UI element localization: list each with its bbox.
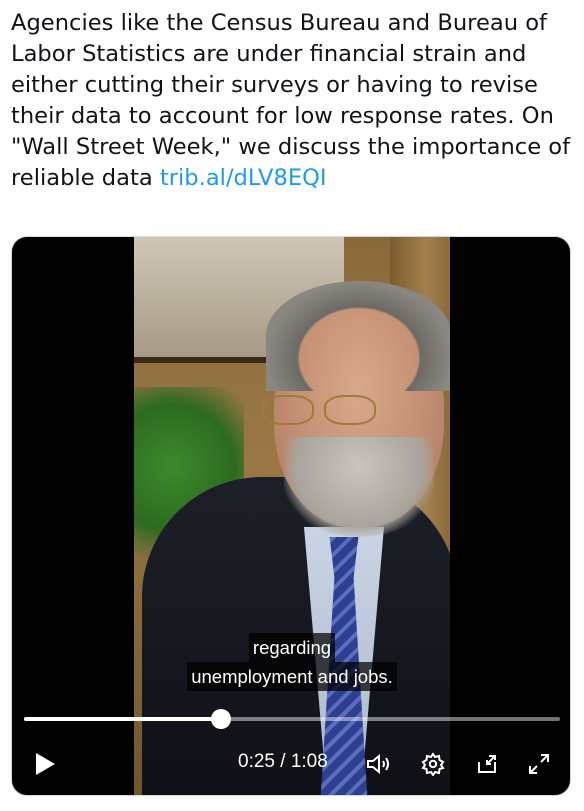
video-player[interactable]: regarding unemployment and jobs. 0:25 / … bbox=[11, 236, 571, 796]
caption-line-1: regarding bbox=[248, 633, 336, 662]
volume-icon bbox=[367, 753, 389, 775]
dock-icon bbox=[478, 755, 496, 773]
volume-button[interactable] bbox=[364, 749, 394, 779]
person-hair bbox=[266, 281, 450, 391]
tweet-body: Agencies like the Census Bureau and Bure… bbox=[11, 10, 571, 191]
tweet-link[interactable]: trib.al/dLV8EQI bbox=[160, 165, 327, 191]
progress-fill bbox=[24, 717, 222, 721]
video-captions: regarding unemployment and jobs. bbox=[174, 633, 410, 691]
current-time: 0:25 bbox=[238, 751, 275, 772]
progress-bar[interactable] bbox=[24, 709, 560, 729]
tweet-text: Agencies like the Census Bureau and Bure… bbox=[11, 8, 577, 194]
person-beard bbox=[284, 437, 434, 537]
time-separator: / bbox=[280, 751, 286, 772]
player-controls: 0:25 / 1:08 bbox=[12, 735, 570, 795]
gear-icon bbox=[421, 752, 445, 776]
fullscreen-icon bbox=[529, 754, 549, 774]
play-button[interactable] bbox=[30, 749, 60, 779]
time-display: 0:25 / 1:08 bbox=[238, 751, 328, 773]
duration: 1:08 bbox=[290, 751, 328, 772]
person-glasses bbox=[262, 395, 392, 425]
caption-line-2: unemployment and jobs. bbox=[187, 662, 397, 691]
dock-button[interactable] bbox=[472, 749, 502, 779]
fullscreen-button[interactable] bbox=[524, 749, 554, 779]
settings-button[interactable] bbox=[418, 749, 448, 779]
play-icon bbox=[36, 753, 55, 775]
video-frame bbox=[134, 237, 450, 795]
